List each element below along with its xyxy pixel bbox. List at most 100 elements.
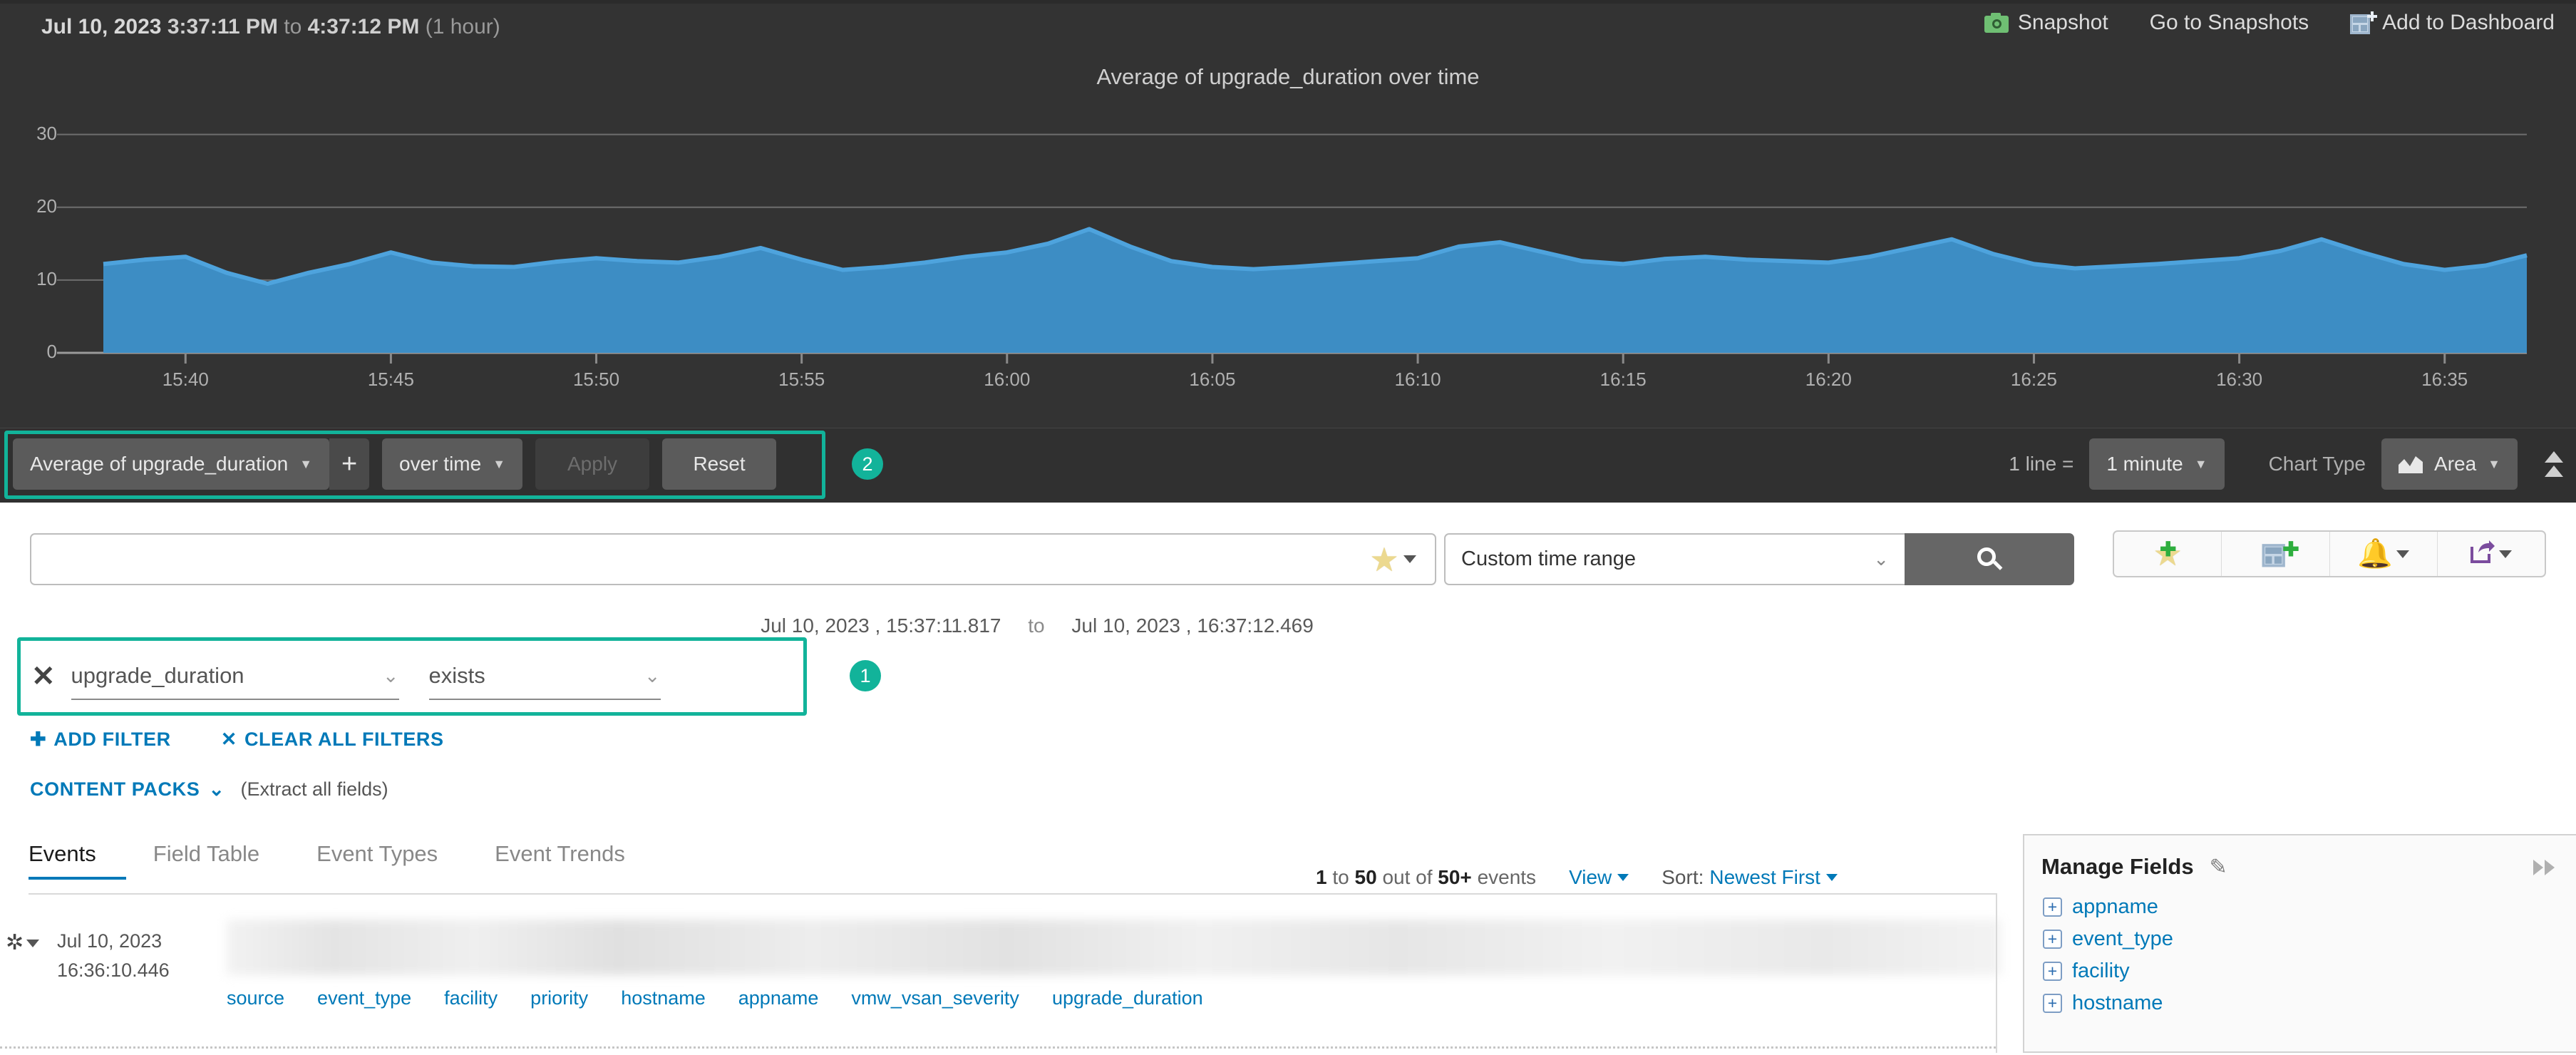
results-panel-divider: [1996, 893, 1997, 1053]
save-to-dashboard-button[interactable]: ✚: [2222, 532, 2330, 576]
sort-dropdown[interactable]: Sort: Newest First: [1661, 866, 1838, 889]
manage-fields-item-label: facility: [2072, 959, 2130, 982]
collapse-panel-button[interactable]: [2545, 451, 2563, 477]
chevron-down-icon: ▼: [493, 456, 506, 471]
aggregation-function-select[interactable]: Average of upgrade_duration ▼: [13, 438, 330, 490]
filter-field-value: upgrade_duration: [71, 663, 244, 688]
filter-operator-select[interactable]: exists ⌄: [428, 653, 661, 700]
gear-icon: ✲: [6, 931, 24, 954]
range-to-label: to: [1028, 614, 1045, 637]
create-alert-button[interactable]: 🔔: [2330, 532, 2438, 576]
sort-prefix-label: Sort:: [1661, 866, 1704, 888]
chevron-down-icon: ⌄: [644, 664, 661, 686]
go-to-snapshots-button[interactable]: Go to Snapshots: [2150, 11, 2309, 35]
add-favorite-button[interactable]: ★ ✚: [2114, 532, 2222, 576]
chevron-down-icon: ⌄: [1873, 548, 1889, 570]
event-field-link[interactable]: vmw_vsan_severity: [851, 987, 1019, 1009]
area-chart-icon: [2399, 455, 2423, 473]
reset-button[interactable]: Reset: [662, 438, 777, 490]
chart-plot-area: 0 10 20 30 15:40 15:45 15:50 15:55 16:00 16:05 16…: [0, 100, 2576, 413]
manage-fields-item[interactable]: + event_type: [2043, 927, 2173, 951]
range-to: Jul 10, 2023 , 16:37:12.469: [1071, 614, 1314, 637]
plus-icon: +: [2043, 994, 2062, 1013]
collapse-fields-panel-button[interactable]: [2533, 860, 2555, 875]
remove-filter-icon[interactable]: ✕: [31, 660, 56, 693]
add-to-dashboard-label: Add to Dashboard: [2382, 11, 2555, 34]
clear-all-filters-button[interactable]: ✕ CLEAR ALL FILTERS: [221, 729, 444, 751]
plus-icon: ✚: [2282, 538, 2299, 560]
plus-icon: ✚: [30, 729, 47, 750]
aggregation-controls: Average of upgrade_duration ▼ + over tim…: [13, 438, 777, 490]
manage-fields-list: + appname + event_type + facility + hostname: [2043, 895, 2173, 1024]
aggregation-toolbar: Average of upgrade_duration ▼ + over tim…: [0, 428, 2576, 503]
event-row-divider: [0, 1046, 1996, 1049]
chart-type-value: Area: [2434, 453, 2477, 475]
event-date: Jul 10, 2023: [57, 930, 163, 952]
chevron-down-icon: ▼: [2194, 456, 2207, 471]
tab-events[interactable]: Events: [29, 841, 126, 880]
tab-event-types[interactable]: Event Types: [316, 841, 468, 880]
pencil-icon[interactable]: ✎: [2210, 855, 2227, 880]
y-axis-tick: 0: [46, 341, 57, 362]
manage-fields-item[interactable]: + appname: [2043, 895, 2173, 919]
chevron-down-icon: ▼: [299, 456, 313, 471]
event-field-link[interactable]: hostname: [621, 987, 706, 1009]
interval-select[interactable]: 1 minute ▼: [2089, 438, 2225, 490]
events-count-mid: to: [1332, 866, 1349, 888]
event-field-link[interactable]: facility: [444, 987, 498, 1009]
header-time-start: 3:37:11 PM: [167, 15, 278, 38]
apply-button[interactable]: Apply: [535, 438, 650, 490]
event-actions-menu[interactable]: ✲: [6, 931, 40, 954]
apply-label: Apply: [567, 453, 618, 475]
search-submit-button[interactable]: [1905, 533, 2074, 585]
view-dropdown[interactable]: View: [1569, 866, 1629, 889]
chevron-right-icon: [2533, 860, 2543, 875]
event-field-link[interactable]: appname: [738, 987, 819, 1009]
chart-type-select[interactable]: Area ▼: [2381, 438, 2518, 490]
time-range-select[interactable]: Custom time range ⌄: [1444, 533, 1906, 585]
content-packs-dropdown[interactable]: CONTENT PACKS ⌄: [30, 778, 225, 801]
chevron-up-icon: [2545, 451, 2563, 463]
event-field-link[interactable]: upgrade_duration: [1052, 987, 1203, 1009]
magnifier-icon: [1977, 547, 2003, 572]
plus-icon: +: [2043, 897, 2062, 917]
plus-icon: ✚: [2160, 538, 2177, 560]
reset-label: Reset: [693, 453, 746, 475]
favorites-dropdown-button[interactable]: ★: [1351, 533, 1436, 585]
aggregation-function-value: Average of upgrade_duration: [30, 453, 289, 475]
manage-fields-item[interactable]: + hostname: [2043, 992, 2173, 1015]
filter-field-select[interactable]: upgrade_duration ⌄: [71, 653, 399, 700]
x-axis-tick: 16:00: [984, 369, 1031, 390]
dashboard-plus-icon: [2350, 11, 2378, 34]
add-aggregation-button[interactable]: +: [329, 438, 370, 490]
add-filter-button[interactable]: ✚ ADD FILTER: [30, 729, 171, 751]
chart-type-label: Chart Type: [2268, 453, 2366, 475]
x-axis-tick: 16:20: [1805, 369, 1852, 390]
time-range-display: Jul 10, 2023 , 15:37:11.817 to Jul 10, 2…: [0, 614, 2074, 637]
add-to-dashboard-button[interactable]: Add to Dashboard: [2350, 11, 2555, 35]
header-duration: (1 hour): [425, 15, 500, 38]
chevron-down-icon: [1617, 874, 1629, 881]
event-field-link[interactable]: source: [227, 987, 284, 1009]
tab-field-table[interactable]: Field Table: [153, 841, 289, 880]
event-field-link[interactable]: priority: [530, 987, 588, 1009]
group-by-select[interactable]: over time ▼: [382, 438, 523, 490]
chevron-down-icon: [1403, 555, 1416, 563]
event-field-link[interactable]: event_type: [317, 987, 411, 1009]
area-chart-svg: [57, 133, 2528, 364]
manage-fields-item[interactable]: + facility: [2043, 959, 2173, 983]
snapshot-button[interactable]: Snapshot: [1984, 11, 2108, 35]
chevron-down-icon: [26, 939, 40, 947]
events-count-total: 50+: [1438, 866, 1472, 888]
share-button[interactable]: [2438, 532, 2545, 576]
event-timestamp: Jul 10, 2023 16:36:10.446: [57, 927, 170, 985]
manage-fields-item-label: appname: [2072, 895, 2158, 918]
interval-value: 1 minute: [2106, 453, 2183, 475]
x-axis-tick: 16:35: [2421, 369, 2468, 390]
x-axis-tick: 16:05: [1189, 369, 1236, 390]
line-interval-label: 1 line =: [2009, 453, 2074, 475]
tab-event-trends[interactable]: Event Trends: [495, 841, 655, 880]
tab-event-trends-label: Event Trends: [495, 841, 625, 866]
clear-all-label: CLEAR ALL FILTERS: [244, 729, 444, 750]
search-input[interactable]: [30, 533, 1381, 585]
